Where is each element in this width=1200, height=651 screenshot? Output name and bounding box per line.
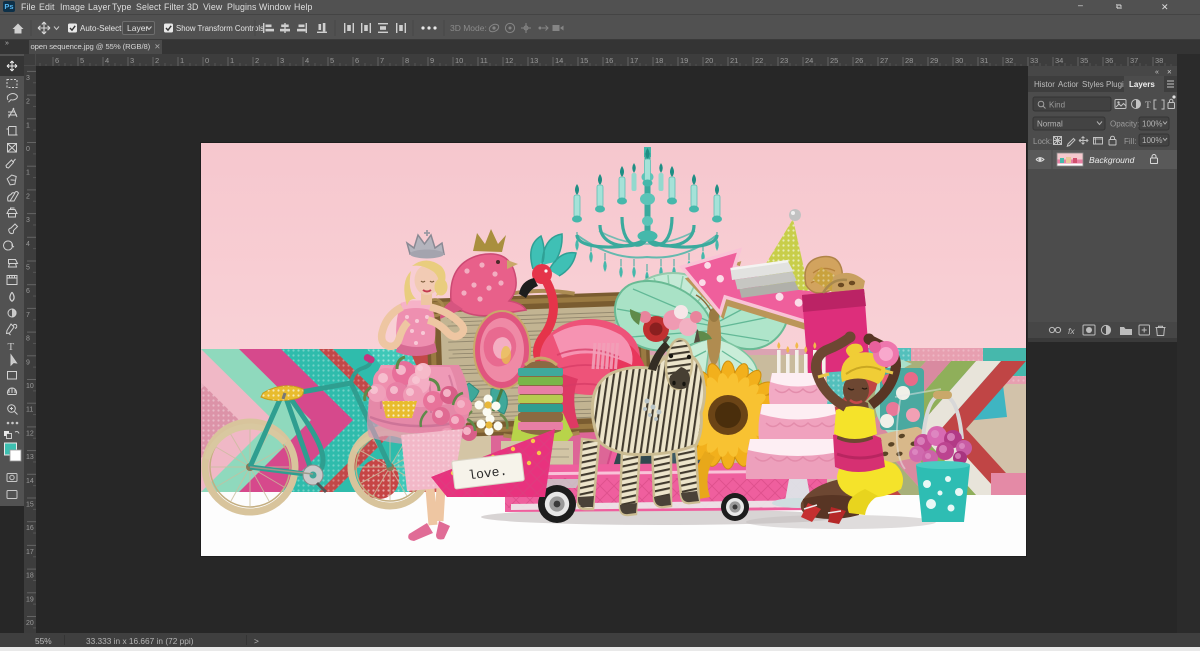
svg-text:21: 21 [730, 56, 738, 65]
svg-text:Actior: Actior [1058, 80, 1079, 89]
svg-text:16: 16 [605, 56, 613, 65]
svg-text:0: 0 [205, 56, 209, 65]
svg-text:fx: fx [1068, 326, 1075, 336]
svg-text:9: 9 [430, 56, 434, 65]
svg-text:36: 36 [1105, 56, 1113, 65]
svg-text:13: 13 [26, 454, 34, 461]
svg-text:27: 27 [880, 56, 888, 65]
svg-text:«: « [1155, 69, 1159, 76]
svg-text:22: 22 [755, 56, 763, 65]
svg-text:20: 20 [26, 620, 34, 627]
svg-text:3: 3 [26, 75, 30, 82]
svg-text:38: 38 [1155, 56, 1163, 65]
svg-text:12: 12 [26, 430, 34, 437]
svg-text:2: 2 [155, 56, 159, 65]
svg-text:20: 20 [705, 56, 713, 65]
svg-text:17: 17 [630, 56, 638, 65]
svg-text:13: 13 [530, 56, 538, 65]
svg-text:Background: Background [1089, 155, 1135, 165]
svg-text:29: 29 [930, 56, 938, 65]
svg-text:1: 1 [230, 56, 234, 65]
svg-text:Layers: Layers [1129, 80, 1155, 89]
svg-text:100%: 100% [1142, 120, 1162, 129]
svg-text:Histor: Histor [1034, 80, 1055, 89]
svg-text:Kind: Kind [1049, 101, 1065, 110]
svg-text:100%: 100% [1142, 136, 1162, 145]
svg-text:7: 7 [26, 312, 30, 319]
svg-text:8: 8 [405, 56, 409, 65]
svg-text:4: 4 [305, 56, 309, 65]
svg-text:28: 28 [905, 56, 913, 65]
svg-text:3: 3 [280, 56, 284, 65]
svg-text:0: 0 [26, 146, 30, 153]
svg-text:15: 15 [580, 56, 588, 65]
svg-text:17: 17 [26, 549, 34, 556]
svg-text:5: 5 [26, 265, 30, 272]
svg-text:6: 6 [26, 288, 30, 295]
svg-text:Plugir: Plugir [1106, 80, 1127, 89]
svg-text:19: 19 [26, 596, 34, 603]
svg-text:×: × [1167, 68, 1172, 77]
svg-text:Normal: Normal [1037, 120, 1063, 129]
svg-text:7: 7 [380, 56, 384, 65]
svg-text:14: 14 [555, 56, 563, 65]
svg-text:1: 1 [26, 170, 30, 177]
svg-text:2: 2 [26, 99, 30, 106]
svg-text:Layer: Layer [127, 23, 148, 33]
svg-text:10: 10 [455, 56, 463, 65]
svg-text:26: 26 [855, 56, 863, 65]
svg-text:Lock:: Lock: [1033, 137, 1052, 146]
svg-text:23: 23 [780, 56, 788, 65]
svg-text:1: 1 [180, 56, 184, 65]
svg-text:8: 8 [26, 336, 30, 343]
svg-text:Fill:: Fill: [1124, 137, 1136, 146]
svg-text:2: 2 [26, 193, 30, 200]
svg-text:Styles: Styles [1082, 80, 1104, 89]
svg-text:12: 12 [505, 56, 513, 65]
svg-text:3: 3 [130, 56, 134, 65]
svg-text:T: T [8, 341, 15, 353]
svg-text:31: 31 [980, 56, 988, 65]
svg-text:4: 4 [105, 56, 109, 65]
svg-text:19: 19 [680, 56, 688, 65]
svg-text:9: 9 [26, 359, 30, 366]
svg-text:5: 5 [80, 56, 84, 65]
svg-text:Show Transform Controls: Show Transform Controls [176, 24, 264, 33]
svg-text:4: 4 [26, 241, 30, 248]
svg-text:18: 18 [655, 56, 663, 65]
svg-text:18: 18 [26, 573, 34, 580]
svg-text:6: 6 [355, 56, 359, 65]
svg-text:14: 14 [26, 478, 34, 485]
svg-text:35: 35 [1080, 56, 1088, 65]
svg-text:Opacity:: Opacity: [1110, 120, 1139, 129]
svg-text:11: 11 [26, 407, 33, 414]
svg-text:Auto-Select:: Auto-Select: [80, 24, 124, 33]
svg-text:25: 25 [830, 56, 838, 65]
svg-text:3: 3 [26, 217, 30, 224]
svg-text:37: 37 [1130, 56, 1138, 65]
svg-text:24: 24 [805, 56, 813, 65]
svg-text:5: 5 [330, 56, 334, 65]
svg-text:15: 15 [26, 502, 34, 509]
svg-text:11: 11 [480, 56, 488, 65]
svg-text:33: 33 [1030, 56, 1038, 65]
svg-text:30: 30 [955, 56, 963, 65]
svg-text:6: 6 [55, 56, 59, 65]
svg-text:34: 34 [1055, 56, 1063, 65]
svg-text:3D Mode:: 3D Mode: [450, 23, 487, 33]
svg-text:16: 16 [26, 525, 34, 532]
svg-text:10: 10 [26, 383, 34, 390]
svg-text:T: T [1145, 101, 1151, 111]
svg-text:1: 1 [26, 122, 30, 129]
svg-text:32: 32 [1005, 56, 1013, 65]
svg-text:2: 2 [255, 56, 259, 65]
